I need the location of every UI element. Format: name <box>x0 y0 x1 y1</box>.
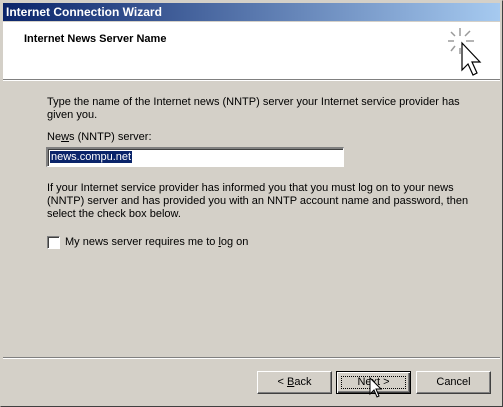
logon-required-checkbox[interactable] <box>47 236 60 249</box>
logon-label-rest: og on <box>220 236 249 248</box>
news-server-label-accel: w <box>61 131 70 143</box>
window-title: Internet Connection Wizard <box>6 5 162 19</box>
news-server-label-rest: s (NNTP) server: <box>69 131 152 143</box>
logon-label-part: My news server requires me to <box>65 236 219 248</box>
logon-info-text: If your Internet service provider has in… <box>47 182 469 220</box>
mouse-pointer-icon <box>369 377 383 398</box>
news-server-label: News (NNTP) server: <box>47 131 152 144</box>
logon-required-label[interactable]: My news server requires me to log on <box>65 236 248 249</box>
intro-text: Type the name of the Internet news (NNTP… <box>47 96 460 121</box>
page-title: Internet News Server Name <box>24 33 167 45</box>
back-label-part: < <box>277 376 287 388</box>
back-label-rest: ack <box>294 376 312 388</box>
wizard-header: Internet News Server Name <box>3 22 500 79</box>
footer-divider-highlight <box>3 358 500 359</box>
wizard-window: Internet Connection Wizard Internet News… <box>0 0 503 407</box>
title-bar: Internet Connection Wizard <box>3 3 500 21</box>
news-server-input[interactable]: news.compu.net <box>46 147 344 167</box>
cancel-button[interactable]: Cancel <box>416 371 491 394</box>
back-button[interactable]: < Back <box>257 371 332 394</box>
news-server-value: news.compu.net <box>50 151 133 163</box>
wizard-sparkle-cursor-icon <box>448 28 482 76</box>
news-server-label-part: Ne <box>47 131 62 143</box>
header-divider-highlight <box>3 80 500 81</box>
